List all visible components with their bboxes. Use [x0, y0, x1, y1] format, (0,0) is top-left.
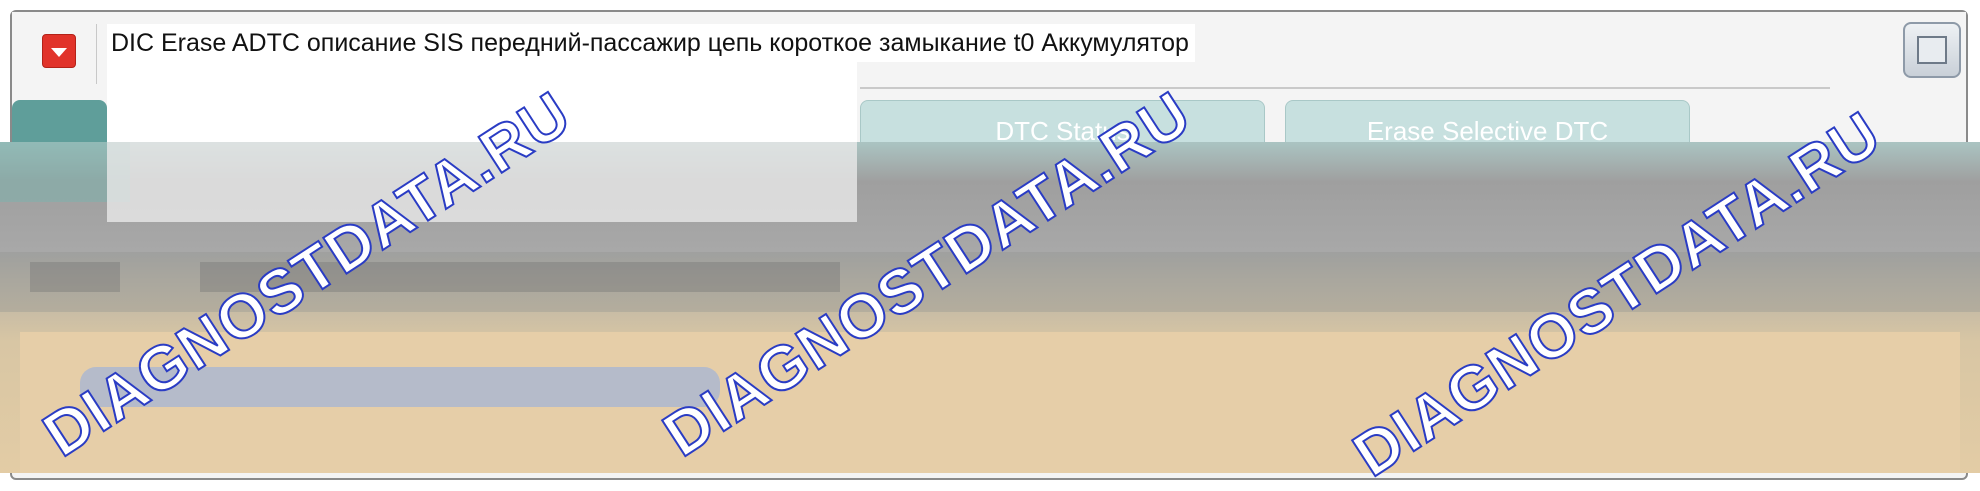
header-divider	[96, 24, 97, 84]
maximize-icon	[1917, 36, 1947, 64]
header-separator	[860, 87, 1830, 89]
page-title: DIC Erase ADTC описание SIS передний-пас…	[107, 24, 1195, 62]
menu-dropdown-button[interactable]	[42, 34, 76, 68]
blurred-label	[30, 262, 120, 292]
maximize-button[interactable]	[1903, 22, 1961, 78]
app-window: DIC Erase ADTC описание SIS передний-пас…	[0, 0, 1980, 491]
chevron-down-icon	[51, 48, 67, 57]
